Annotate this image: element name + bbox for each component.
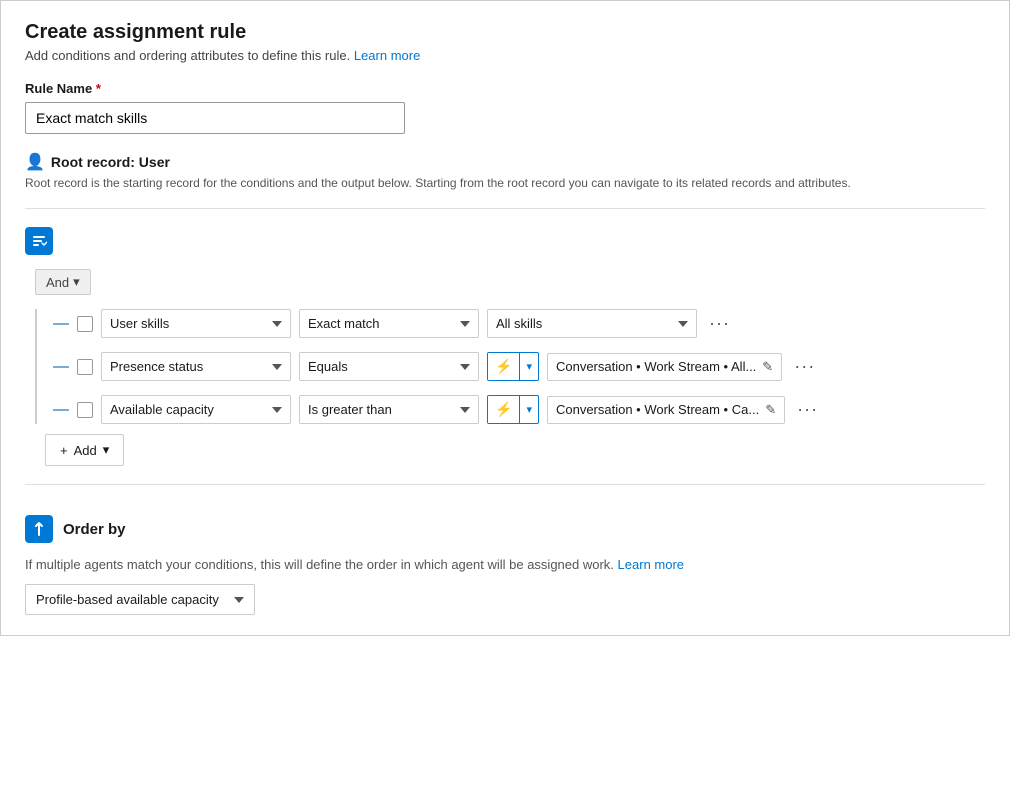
- condition-value-display-2: Conversation • Work Stream • All... ✎: [547, 353, 782, 381]
- subtitle-text: Add conditions and ordering attributes t…: [25, 48, 350, 63]
- and-dropdown[interactable]: And ▾: [35, 269, 91, 295]
- more-options-1[interactable]: ···: [705, 311, 734, 336]
- condition-operator-1[interactable]: Exact match: [299, 309, 479, 338]
- condition-row: User skills Presence status Available ca…: [53, 309, 985, 338]
- dynamic-value-btn-2[interactable]: ⚡ ▾: [487, 352, 539, 381]
- condition-checkbox-3[interactable]: [77, 402, 93, 418]
- conditions-container: And ▾ User skills Presence status Availa…: [35, 269, 985, 466]
- order-by-learn-more[interactable]: Learn more: [618, 557, 684, 572]
- root-record-label: Root record: User: [51, 154, 170, 170]
- and-chevron-icon: ▾: [73, 274, 80, 290]
- dynamic-value-btn-3[interactable]: ⚡ ▾: [487, 395, 539, 424]
- order-by-header: Order by: [25, 515, 985, 543]
- condition-row: Available capacity User skills Presence …: [53, 395, 985, 424]
- order-by-desc: If multiple agents match your conditions…: [25, 557, 985, 572]
- page-subtitle: Add conditions and ordering attributes t…: [25, 48, 985, 63]
- order-by-section: Order by If multiple agents match your c…: [25, 515, 985, 615]
- condition-value-text-2: Conversation • Work Stream • All...: [556, 359, 756, 374]
- order-by-select[interactable]: Profile-based available capacity Least a…: [25, 584, 255, 615]
- learn-more-link[interactable]: Learn more: [354, 48, 420, 63]
- condition-field-3[interactable]: Available capacity User skills Presence …: [101, 395, 291, 424]
- order-by-icon: [25, 515, 53, 543]
- condition-checkbox-1[interactable]: [77, 316, 93, 332]
- dynamic-chevron-3[interactable]: ▾: [520, 398, 538, 421]
- plus-icon: +: [60, 443, 68, 458]
- root-record-header: 👤 Root record: User: [25, 152, 985, 172]
- condition-field-1[interactable]: User skills Presence status Available ca…: [101, 309, 291, 338]
- page-title: Create assignment rule: [25, 21, 985, 44]
- add-label: Add: [74, 443, 97, 458]
- lightning-icon-2[interactable]: ⚡: [488, 353, 520, 380]
- rule-name-input[interactable]: [25, 102, 405, 134]
- dynamic-chevron-2[interactable]: ▾: [520, 355, 538, 378]
- condition-value-display-3: Conversation • Work Stream • Ca... ✎: [547, 396, 785, 424]
- connector-line: [53, 366, 69, 368]
- add-condition-button[interactable]: + Add ▾: [45, 434, 124, 466]
- condition-checkbox-2[interactable]: [77, 359, 93, 375]
- conditions-section-header: [25, 227, 985, 255]
- root-record-desc: Root record is the starting record for t…: [25, 176, 925, 190]
- order-by-desc-text: If multiple agents match your conditions…: [25, 557, 614, 572]
- edit-icon-3[interactable]: ✎: [765, 402, 776, 418]
- rule-name-label: Rule Name *: [25, 81, 985, 96]
- and-label: And: [46, 275, 69, 290]
- more-options-3[interactable]: ···: [793, 397, 822, 422]
- condition-field-2[interactable]: Presence status User skills Available ca…: [101, 352, 291, 381]
- conditions-icon: [25, 227, 53, 255]
- root-record-section: 👤 Root record: User Root record is the s…: [25, 152, 985, 190]
- connector-line: [53, 323, 69, 325]
- lightning-icon-3[interactable]: ⚡: [488, 396, 520, 423]
- more-options-2[interactable]: ···: [790, 354, 819, 379]
- condition-operator-3[interactable]: Is greater than: [299, 395, 479, 424]
- condition-value-text-3: Conversation • Work Stream • Ca...: [556, 402, 759, 417]
- condition-row: Presence status User skills Available ca…: [53, 352, 985, 381]
- order-by-title: Order by: [63, 521, 126, 538]
- connector-line: [53, 409, 69, 411]
- user-icon: 👤: [25, 152, 45, 172]
- condition-operator-2[interactable]: Equals: [299, 352, 479, 381]
- edit-icon-2[interactable]: ✎: [762, 359, 773, 375]
- condition-value-1[interactable]: All skills: [487, 309, 697, 338]
- conditions-list: User skills Presence status Available ca…: [35, 309, 985, 424]
- rule-name-section: Rule Name *: [25, 81, 985, 134]
- add-chevron-icon: ▾: [103, 442, 110, 458]
